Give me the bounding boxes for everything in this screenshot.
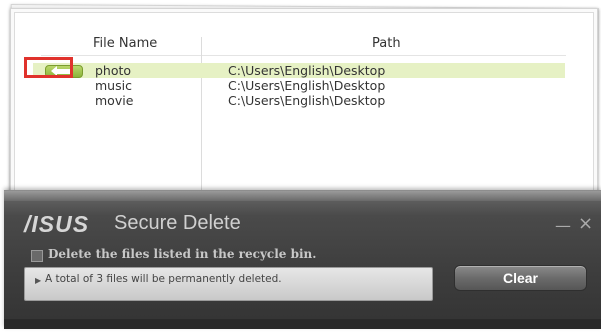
file-name: movie	[95, 93, 134, 108]
file-name: photo	[95, 63, 132, 78]
restore-button-highlight	[24, 57, 73, 78]
close-icon[interactable]: ×	[578, 213, 593, 234]
column-header-file-name[interactable]: File Name	[93, 36, 157, 51]
status-box: ▶ A total of 3 files will be permanently…	[24, 267, 433, 301]
app-title: Secure Delete	[114, 212, 241, 234]
triangle-right-icon[interactable]: ▶	[35, 276, 41, 285]
file-row-movie[interactable]: movie C:\Users\English\Desktop	[15, 93, 593, 108]
file-path: C:\Users\English\Desktop	[228, 93, 386, 108]
status-text: A total of 3 files will be permanently d…	[45, 273, 282, 285]
minimize-icon[interactable]: —	[555, 216, 571, 235]
column-divider	[201, 37, 202, 197]
file-name: music	[95, 78, 132, 93]
panel-bottom-edge	[4, 319, 601, 329]
file-row-photo[interactable]: photo C:\Users\English\Desktop	[33, 63, 565, 78]
list-header: File Name Path	[15, 33, 593, 55]
secure-delete-panel: /ISUS Secure Delete — × Delete the files…	[4, 190, 601, 329]
panel-sheen	[4, 191, 601, 201]
recycle-bin-checkbox[interactable]	[31, 250, 43, 262]
file-row-music[interactable]: music C:\Users\English\Desktop	[15, 78, 593, 93]
clear-button[interactable]: Clear	[454, 265, 587, 291]
asus-logo: /ISUS	[24, 211, 90, 237]
column-header-path[interactable]: Path	[372, 36, 401, 51]
header-divider	[41, 55, 566, 56]
file-list: File Name Path photo C:\Users\English\De…	[14, 12, 594, 200]
file-path: C:\Users\English\Desktop	[228, 63, 386, 78]
file-rows: photo C:\Users\English\Desktop music C:\…	[15, 63, 593, 108]
file-path: C:\Users\English\Desktop	[228, 78, 386, 93]
recycle-bin-checkbox-label[interactable]: Delete the files listed in the recycle b…	[48, 247, 316, 261]
